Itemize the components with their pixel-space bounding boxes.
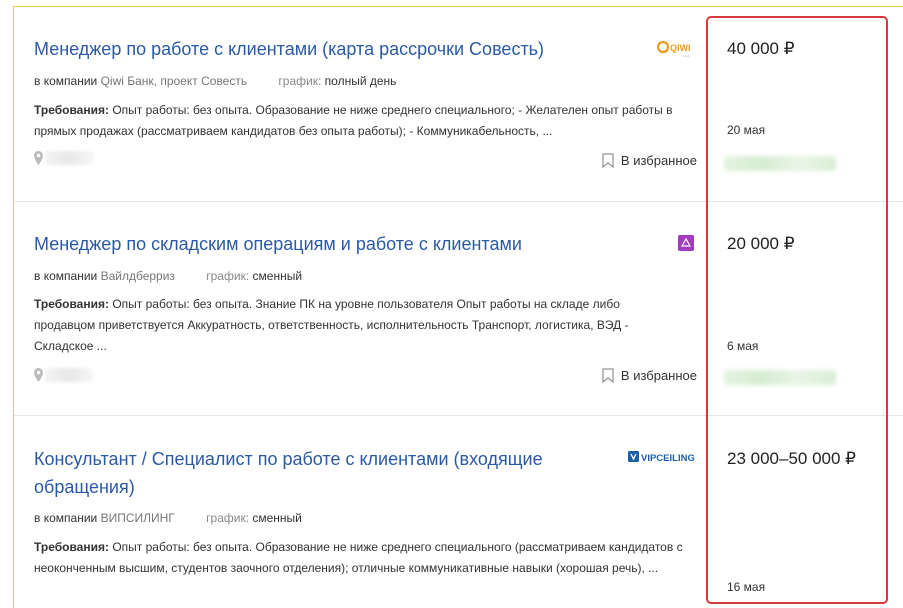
vipceiling-logo-icon: VIPCEILING <box>628 451 695 464</box>
schedule-value: сменный <box>252 269 303 283</box>
requirements-text: Опыт работы: без опыта. Образование не н… <box>34 540 683 575</box>
location-blurred <box>45 368 93 382</box>
company-prefix: в компании <box>34 74 98 88</box>
schedule-label: график: <box>206 511 250 525</box>
vacancy-requirements: Требования: Опыт работы: без опыта. Обра… <box>34 100 684 142</box>
company-logo[interactable]: QIWI bank <box>657 39 697 59</box>
qiwi-logo-icon: QIWI bank <box>657 40 691 58</box>
location <box>34 368 93 382</box>
schedule-label: график: <box>206 269 250 283</box>
schedule-label: график: <box>278 74 322 88</box>
company-logo[interactable]: VIPCEILING <box>628 450 696 464</box>
bookmark-icon <box>602 153 614 168</box>
location-pin-icon <box>34 151 43 165</box>
vacancy-meta: в компании ВИПСИЛИНГ график: сменный <box>34 511 302 525</box>
vacancy-meta: в компании Вайлдберриз график: сменный <box>34 269 302 283</box>
location-blurred <box>45 151 93 165</box>
requirements-label: Требования: <box>34 297 109 311</box>
svg-text:bank: bank <box>683 54 690 58</box>
salary-highlight-box <box>706 16 888 604</box>
location <box>34 151 93 165</box>
requirements-text: Опыт работы: без опыта. Образование не н… <box>34 103 673 138</box>
vacancy-title[interactable]: Консультант / Специалист по работе с кли… <box>34 445 574 501</box>
company-prefix: в компании <box>34 511 98 525</box>
company-logo[interactable] <box>678 235 694 251</box>
vacancy-title[interactable]: Менеджер по работе с клиентами (карта ра… <box>34 35 634 63</box>
company-link[interactable]: Qiwi Банк, проект Совесть <box>101 74 248 88</box>
requirements-label: Требования: <box>34 103 109 117</box>
wildberries-logo-icon <box>678 235 694 251</box>
requirements-text: Опыт работы: без опыта. Знание ПК на уро… <box>34 297 629 353</box>
requirements-label: Требования: <box>34 540 109 554</box>
vacancy-requirements: Требования: Опыт работы: без опыта. Обра… <box>34 537 684 579</box>
favorite-button[interactable]: В избранное <box>602 368 697 383</box>
bookmark-icon <box>602 368 614 383</box>
location-pin-icon <box>34 368 43 382</box>
company-link[interactable]: Вайлдберриз <box>101 269 175 283</box>
favorite-label: В избранное <box>620 368 697 383</box>
schedule-value: сменный <box>252 511 302 525</box>
vacancy-meta: в компании Qiwi Банк, проект Совесть гра… <box>34 74 396 88</box>
favorite-label: В избранное <box>620 153 697 168</box>
company-link[interactable]: ВИПСИЛИНГ <box>101 511 175 525</box>
svg-text:QIWI: QIWI <box>670 43 691 53</box>
svg-text:VIPCEILING: VIPCEILING <box>641 453 695 464</box>
favorite-button[interactable]: В избранное <box>602 153 697 168</box>
company-prefix: в компании <box>34 269 98 283</box>
schedule-value: полный день <box>324 74 397 88</box>
vacancy-title[interactable]: Менеджер по складским операциям и работе… <box>34 230 634 258</box>
vacancy-requirements: Требования: Опыт работы: без опыта. Знан… <box>34 294 684 357</box>
